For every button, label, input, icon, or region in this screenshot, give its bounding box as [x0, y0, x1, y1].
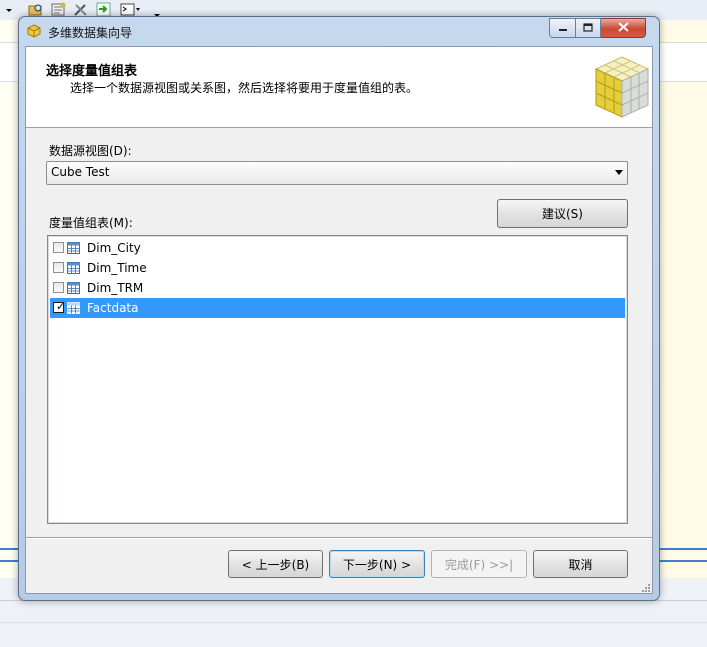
table-checkbox[interactable] [53, 242, 64, 253]
data-source-view-value: Cube Test [51, 165, 110, 179]
import-icon[interactable] [96, 2, 112, 17]
data-source-view-select[interactable]: Cube Test [46, 161, 628, 185]
wizard-header: 选择度量值组表 选择一个数据源视图或关系图，然后选择将要用于度量值组的表。 [26, 47, 652, 128]
footer-divider [26, 538, 652, 539]
list-item[interactable]: Dim_Time [50, 258, 625, 278]
back-button[interactable]: < 上一步(B) [228, 550, 323, 578]
next-button[interactable]: 下一步(N) > [329, 550, 425, 578]
list-item[interactable]: Dim_TRM [50, 278, 625, 298]
table-icon [67, 262, 80, 277]
cube-graphic-icon [594, 55, 650, 122]
background-divider [0, 548, 20, 562]
table-checkbox-checked[interactable]: ✓ [53, 300, 66, 313]
table-checkbox[interactable] [53, 282, 64, 293]
background-divider [655, 548, 707, 562]
minimize-icon [558, 21, 568, 35]
background-left-pane [0, 20, 20, 600]
data-source-view-label: 数据源视图(D): [49, 144, 132, 158]
command-window-icon[interactable] [120, 2, 142, 17]
title-bar[interactable]: 多维数据集向导 [19, 17, 659, 45]
maximize-button[interactable] [576, 18, 601, 38]
table-icon [67, 242, 80, 257]
chevron-down-icon [615, 170, 623, 175]
resize-grip-icon[interactable] [640, 581, 650, 592]
properties-icon[interactable] [51, 2, 67, 17]
table-name: Dim_TRM [87, 281, 144, 295]
checkmark-icon: ✓ [56, 300, 66, 313]
toolbar-overflow-icon[interactable] [152, 2, 162, 18]
cube-wizard-window: 多维数据集向导 选择度量值组表 选择一个数据源视图或关系图，然后选择将要用于度量… [18, 16, 660, 601]
background-left-strip [0, 42, 20, 82]
background-divider [0, 622, 707, 623]
suggest-button[interactable]: 建议(S) [497, 199, 628, 228]
table-icon [67, 282, 80, 297]
page-description: 选择一个数据源视图或关系图，然后选择将要用于度量值组的表。 [70, 81, 419, 95]
caption-buttons [549, 18, 646, 38]
table-checkbox[interactable] [53, 262, 64, 273]
maximize-icon [583, 21, 593, 35]
measure-group-tables-label: 度量值组表(M): [49, 216, 133, 230]
background-right-pane [655, 20, 707, 600]
list-item[interactable]: Dim_City [50, 238, 625, 258]
cancel-button[interactable]: 取消 [533, 550, 628, 578]
table-name: Dim_City [87, 241, 141, 255]
window-title: 多维数据集向导 [48, 26, 133, 40]
dropdown-arrow-icon[interactable] [4, 2, 14, 17]
finish-button[interactable]: 完成(F) >>| [431, 550, 527, 578]
close-icon [617, 21, 629, 35]
folder-search-icon[interactable] [28, 2, 44, 17]
table-icon [67, 302, 80, 317]
tools-icon[interactable] [73, 2, 89, 17]
table-name: Dim_Time [87, 261, 147, 275]
table-name: Factdata [87, 301, 139, 315]
minimize-button[interactable] [549, 18, 576, 38]
close-button[interactable] [601, 18, 646, 38]
cube-app-icon [27, 24, 41, 38]
measure-group-tables-list[interactable]: Dim_City Dim_Time Dim_TRM ✓ Factdata [47, 235, 628, 524]
list-item-selected[interactable]: ✓ Factdata [50, 298, 625, 318]
background-right-strip [655, 42, 707, 82]
wizard-client-area: 选择度量值组表 选择一个数据源视图或关系图，然后选择将要用于度量值组的表。 数据… [25, 46, 653, 594]
page-title: 选择度量值组表 [46, 64, 138, 79]
